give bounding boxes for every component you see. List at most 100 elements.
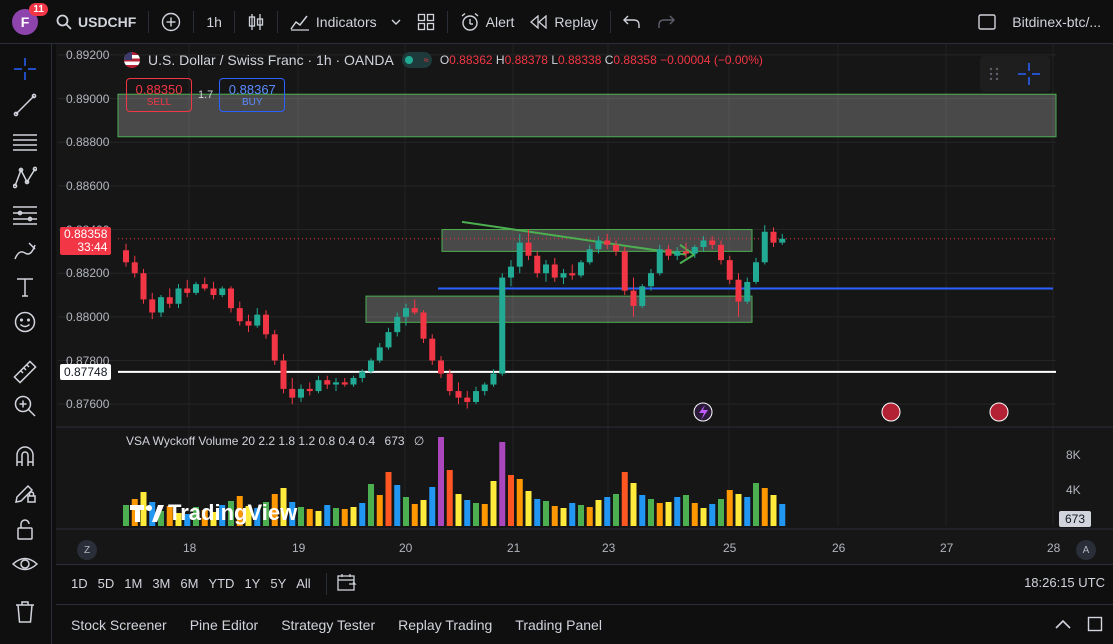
volume-bar (761, 488, 768, 526)
candle-body (525, 242, 532, 256)
range-6m[interactable]: 6M (175, 572, 203, 595)
volume-bar (578, 505, 584, 526)
tradingview-watermark: TradingView (130, 500, 297, 526)
range-1d[interactable]: 1D (66, 572, 93, 595)
unlock-icon (17, 519, 33, 540)
auto-scale-z-button[interactable]: Z (77, 540, 97, 560)
candle-body (298, 388, 304, 398)
volume-bar (639, 495, 646, 526)
bar-countdown: 33:44 (77, 239, 108, 254)
current-price-value: 0.88358 (64, 226, 108, 241)
collapse-panel-button[interactable] (1055, 617, 1071, 632)
crosshair-tool[interactable] (10, 54, 40, 84)
volume-indicator-title: VSA Wyckoff Volume 20 2.2 1.8 1.2 0.8 0.… (126, 434, 376, 448)
notification-badge: 11 (29, 2, 48, 16)
candle-body (149, 299, 156, 313)
candle-body (219, 288, 226, 296)
open-value: 0.88362 (449, 53, 493, 67)
undo-button[interactable] (615, 7, 649, 37)
utc-clock[interactable]: 18:26:15 UTC (1024, 575, 1105, 590)
measure-tool[interactable] (10, 357, 40, 387)
range-1m[interactable]: 1M (119, 572, 147, 595)
ruler-icon (13, 360, 37, 384)
magnet-icon (16, 446, 34, 466)
volume-bar (306, 509, 313, 526)
tab-pine-editor[interactable]: Pine Editor (183, 617, 274, 633)
icon-tool[interactable] (10, 307, 40, 337)
candle-body (438, 360, 444, 374)
range-ytd[interactable]: YTD (203, 572, 239, 595)
chart-canvas[interactable] (56, 44, 1113, 564)
auto-scale-a-button[interactable]: A (1076, 540, 1096, 560)
maximize-icon (1087, 616, 1103, 632)
remove-drawings-tool[interactable] (10, 597, 40, 627)
candle-body (420, 312, 427, 339)
time-axis-label: 21 (507, 541, 521, 555)
candle-body (254, 314, 261, 326)
volume-bar (333, 508, 339, 526)
lock-drawing-tool[interactable] (10, 478, 40, 508)
replay-button[interactable]: Replay (522, 7, 606, 37)
symbol-search-button[interactable]: USDCHF (48, 7, 144, 37)
tab-strategy-tester[interactable]: Strategy Tester (274, 617, 391, 633)
chart-pane[interactable]: U.S. Dollar / Swiss Franc · 1h · OANDA ≈… (56, 44, 1113, 564)
volume-bar (368, 484, 374, 526)
magnet-tool[interactable] (10, 441, 40, 471)
drawing-widget[interactable] (980, 56, 1050, 92)
goto-date-button[interactable] (337, 573, 357, 594)
fib-tool[interactable] (10, 200, 40, 230)
separator (610, 10, 612, 33)
volume-bar (726, 490, 733, 526)
price-axis-label: 0.88000 (66, 309, 110, 324)
pencil-lock-icon (15, 484, 36, 503)
sell-button[interactable]: 0.88350 SELL (126, 78, 192, 112)
text-tool[interactable] (10, 272, 40, 302)
compare-symbol-button[interactable] (153, 7, 189, 37)
hide-drawings-tool[interactable] (10, 549, 40, 579)
separator (193, 10, 195, 33)
volume-bar (543, 501, 549, 526)
line-price-tag: 0.87748 (60, 363, 112, 380)
market-status-indicator[interactable]: ≈ (401, 52, 432, 68)
crosshair-icon (1018, 63, 1040, 85)
zoom-tool[interactable] (10, 391, 40, 421)
separator (276, 10, 278, 33)
tab-trading-panel[interactable]: Trading Panel (508, 617, 618, 633)
alert-button[interactable]: Alert (452, 7, 523, 37)
tab-replay-trading[interactable]: Replay Trading (391, 617, 508, 633)
range-all[interactable]: All (291, 572, 315, 595)
layout-grid-button[interactable] (409, 7, 443, 37)
volume-bar (534, 499, 541, 526)
trash-icon (16, 601, 34, 623)
buy-button[interactable]: 0.88367 BUY (219, 78, 286, 112)
interval-button[interactable]: 1h (198, 7, 230, 37)
maximize-panel-button[interactable] (1087, 616, 1103, 635)
candle-body (429, 338, 436, 361)
trend-line-icon (13, 93, 37, 117)
candle-body (140, 273, 147, 300)
range-3m[interactable]: 3M (147, 572, 175, 595)
bottom-panel-tabs: Stock Screener Pine Editor Strategy Test… (56, 604, 1113, 644)
redo-button[interactable] (649, 7, 683, 37)
indicators-button[interactable]: Indicators (282, 7, 409, 37)
candle-body (411, 308, 418, 313)
range-5d[interactable]: 5D (93, 572, 120, 595)
candle-body (761, 231, 768, 263)
chart-type-button[interactable] (239, 7, 273, 37)
horizontal-lines-tool[interactable] (10, 127, 40, 157)
volume-bar (473, 503, 479, 526)
range-1y[interactable]: 1Y (239, 572, 265, 595)
candle-body (359, 371, 366, 378)
brush-tool[interactable] (10, 236, 40, 266)
range-5y[interactable]: 5Y (265, 572, 291, 595)
trend-line-tool[interactable] (10, 90, 40, 120)
layout-name-button[interactable]: Bitdinex-btc/... (970, 7, 1109, 37)
candle-body (175, 288, 182, 304)
volume-bar (621, 472, 628, 526)
candle-body (551, 264, 558, 278)
volume-axis-label: 8K (1066, 448, 1081, 462)
lock-all-tool[interactable] (10, 514, 40, 544)
pattern-tool[interactable] (10, 163, 40, 193)
user-avatar[interactable]: F 11 (12, 2, 48, 35)
tab-stock-screener[interactable]: Stock Screener (64, 617, 183, 633)
